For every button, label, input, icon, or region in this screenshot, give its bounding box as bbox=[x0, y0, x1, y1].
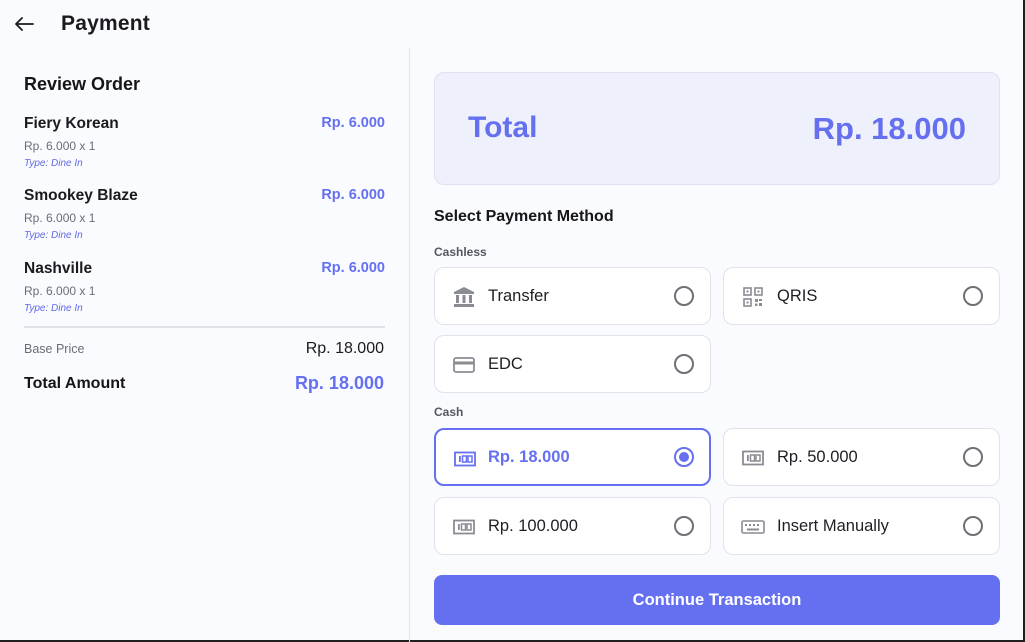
radio-button[interactable] bbox=[963, 286, 983, 306]
total-amount-value: Rp. 18.000 bbox=[294, 373, 384, 393]
item-price: Rp. 6.000 bbox=[321, 115, 385, 131]
keyboard-icon bbox=[741, 515, 765, 539]
qr-code-icon bbox=[741, 285, 765, 309]
continue-transaction-button[interactable]: Continue Transaction bbox=[434, 575, 1000, 625]
item-name: Nashville bbox=[24, 260, 93, 277]
cash-note-icon bbox=[452, 515, 476, 539]
base-price-value: Rp. 18.000 bbox=[305, 340, 384, 357]
payment-screen: Payment Review Order Fiery Korean Rp. 6.… bbox=[0, 0, 1025, 642]
base-price-label: Base Price bbox=[24, 342, 85, 356]
payment-method-title: Select Payment Method bbox=[434, 208, 614, 225]
payment-option-transfer[interactable]: Transfer bbox=[434, 267, 711, 325]
credit-card-icon bbox=[452, 353, 476, 377]
cash-note-icon bbox=[453, 447, 477, 471]
item-name: Fiery Korean bbox=[24, 115, 119, 132]
item-price: Rp. 6.000 bbox=[321, 260, 385, 276]
item-quantity: Rp. 6.000 x 1 bbox=[24, 139, 96, 153]
divider bbox=[24, 326, 385, 328]
radio-button[interactable] bbox=[674, 354, 694, 374]
option-label: EDC bbox=[488, 355, 523, 373]
payment-option-cash-50000[interactable]: Rp. 50.000 bbox=[723, 428, 1000, 486]
item-type: Type: Dine In bbox=[24, 303, 83, 314]
order-item: Fiery Korean Rp. 6.000 Rp. 6.000 x 1 Typ… bbox=[24, 115, 385, 179]
header: Payment bbox=[0, 0, 1023, 48]
page-title: Payment bbox=[61, 12, 150, 35]
payment-option-cash-18000[interactable]: Rp. 18.000 bbox=[434, 428, 711, 486]
option-label: Rp. 100.000 bbox=[488, 517, 578, 535]
option-label: Rp. 50.000 bbox=[777, 448, 858, 466]
radio-button[interactable] bbox=[674, 516, 694, 536]
option-label: Transfer bbox=[488, 287, 549, 305]
payment-option-qris[interactable]: QRIS bbox=[723, 267, 1000, 325]
payment-option-cash-100000[interactable]: Rp. 100.000 bbox=[434, 497, 711, 555]
option-label: QRIS bbox=[777, 287, 818, 305]
payment-option-insert-manually[interactable]: Insert Manually bbox=[723, 497, 1000, 555]
total-card: Total Rp. 18.000 bbox=[434, 72, 1000, 185]
item-quantity: Rp. 6.000 x 1 bbox=[24, 284, 96, 298]
item-name: Smookey Blaze bbox=[24, 187, 138, 204]
bank-icon bbox=[452, 285, 476, 309]
item-quantity: Rp. 6.000 x 1 bbox=[24, 211, 96, 225]
option-label: Rp. 18.000 bbox=[488, 448, 570, 466]
total-value: Rp. 18.000 bbox=[812, 111, 966, 146]
radio-button[interactable] bbox=[674, 447, 694, 467]
radio-button[interactable] bbox=[674, 286, 694, 306]
arrow-left-icon bbox=[15, 17, 34, 31]
option-label: Insert Manually bbox=[777, 517, 889, 535]
total-amount-label: Total Amount bbox=[24, 375, 126, 392]
item-type: Type: Dine In bbox=[24, 230, 83, 241]
radio-button[interactable] bbox=[963, 516, 983, 536]
review-order-title: Review Order bbox=[24, 74, 141, 94]
payment-panel: Total Rp. 18.000 Select Payment Method C… bbox=[434, 48, 1000, 642]
cash-note-icon bbox=[741, 446, 765, 470]
payment-option-edc[interactable]: EDC bbox=[434, 335, 711, 393]
radio-button[interactable] bbox=[963, 447, 983, 467]
order-item: Smookey Blaze Rp. 6.000 Rp. 6.000 x 1 Ty… bbox=[24, 187, 385, 251]
back-button[interactable] bbox=[12, 12, 36, 36]
total-label: Total bbox=[468, 111, 538, 144]
item-price: Rp. 6.000 bbox=[321, 187, 385, 203]
cash-label: Cash bbox=[434, 405, 464, 419]
cashless-label: Cashless bbox=[434, 245, 487, 259]
review-order-panel: Review Order Fiery Korean Rp. 6.000 Rp. … bbox=[0, 48, 410, 642]
order-item: Nashville Rp. 6.000 Rp. 6.000 x 1 Type: … bbox=[24, 260, 385, 324]
item-type: Type: Dine In bbox=[24, 158, 83, 169]
